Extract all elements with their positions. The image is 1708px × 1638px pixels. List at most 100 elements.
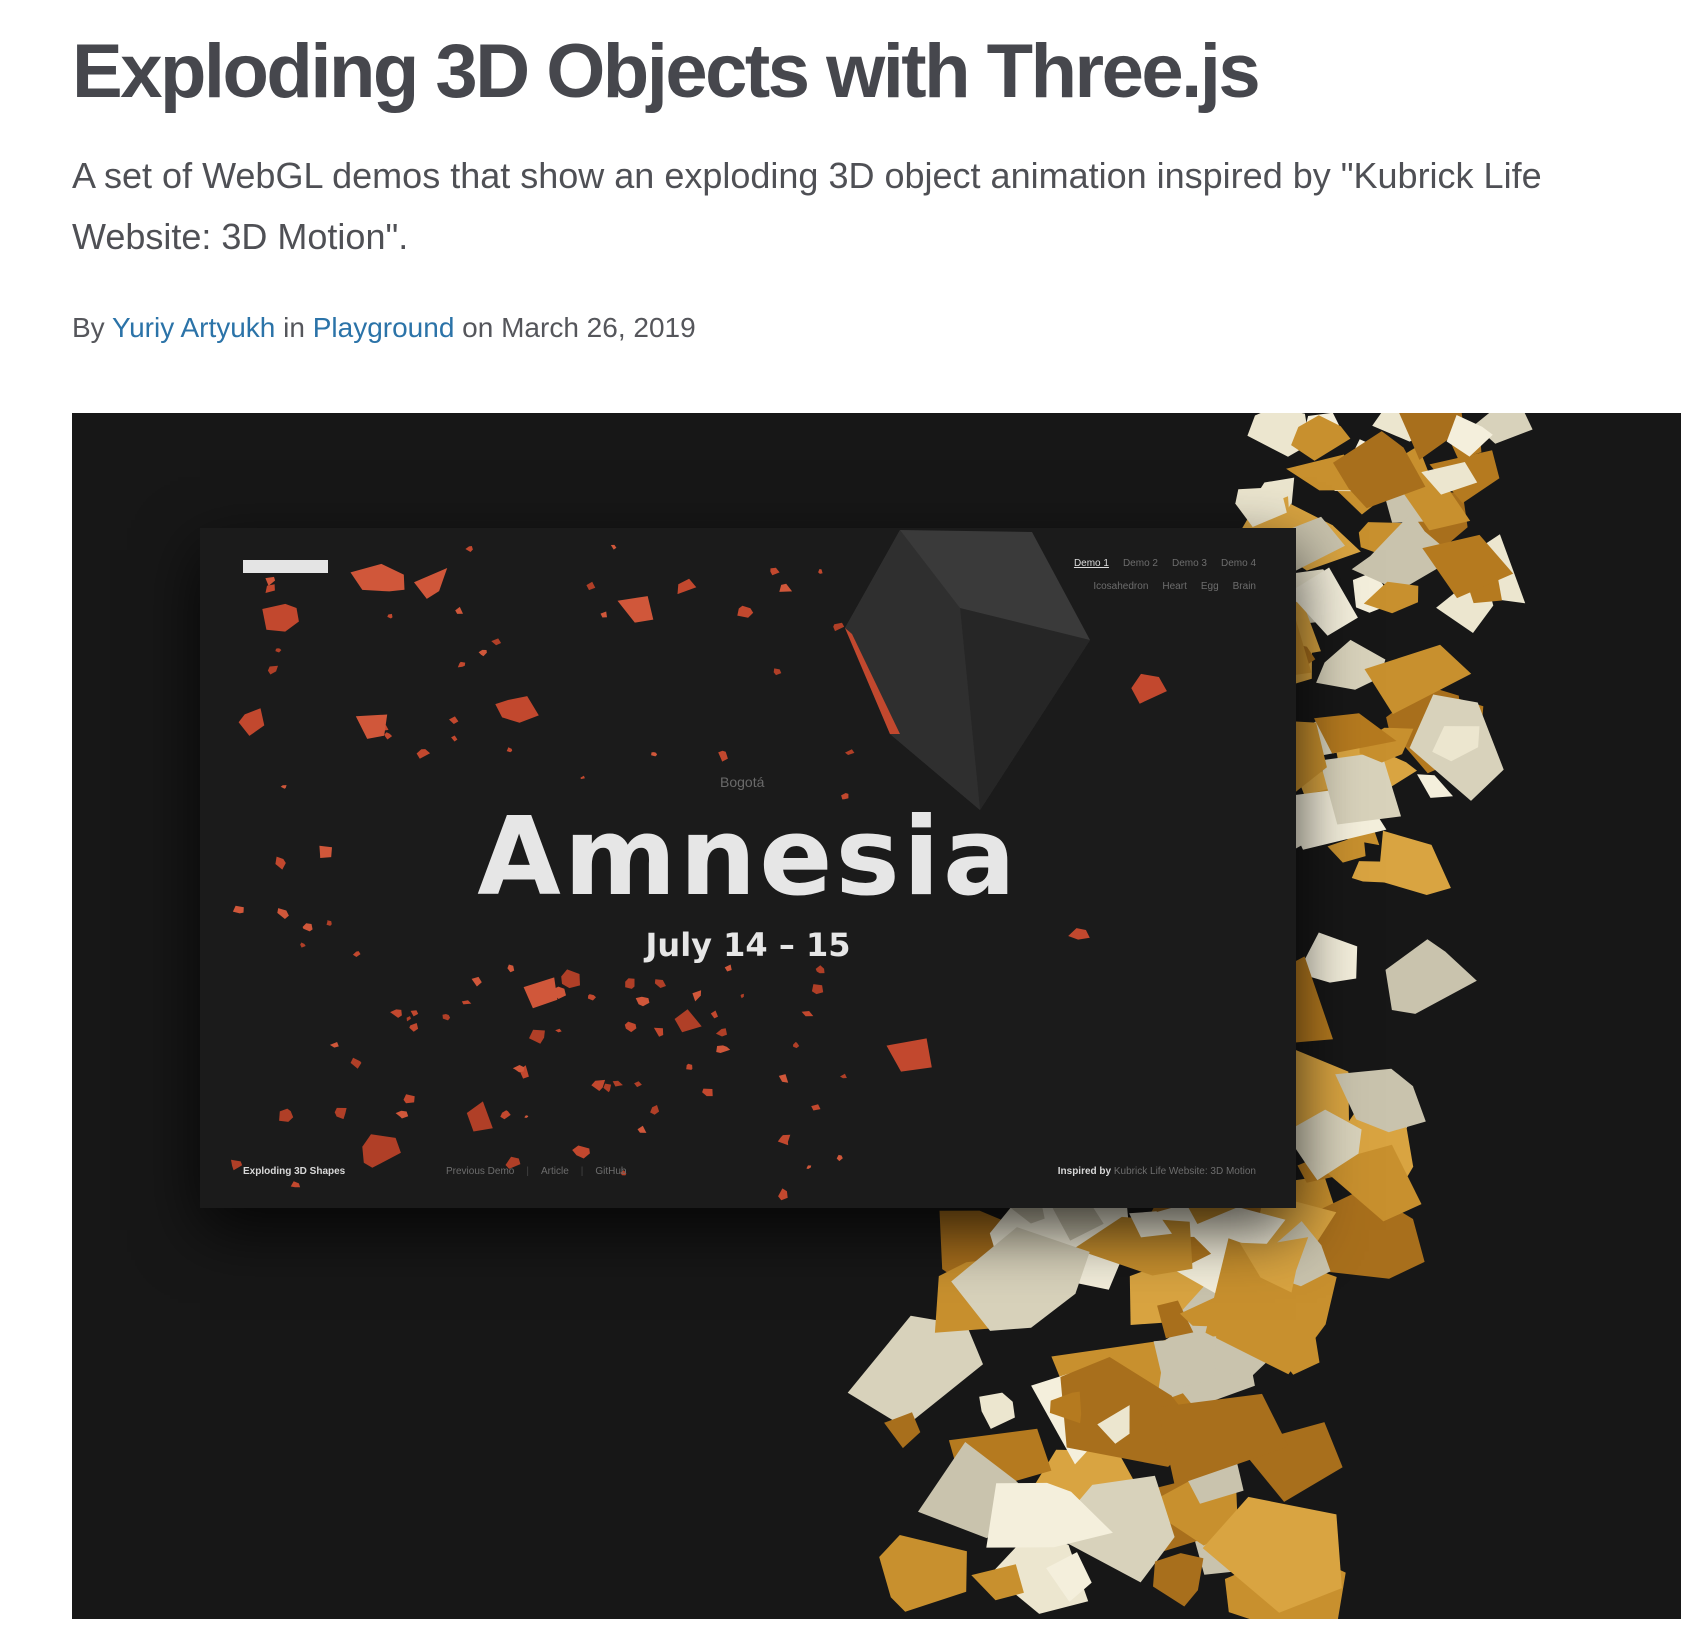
demo-nav-demo-4[interactable]: Demo 4 xyxy=(1221,558,1256,569)
orange-fragment xyxy=(637,1125,647,1133)
orange-fragment xyxy=(634,1081,642,1088)
demo-nav-demo-1[interactable]: Demo 1 xyxy=(1074,558,1109,569)
orange-fragment xyxy=(290,1181,301,1188)
demo-shape-heart[interactable]: Heart xyxy=(1162,581,1186,592)
orange-fragment xyxy=(384,732,393,740)
orange-fragment xyxy=(724,964,732,972)
gold-shard xyxy=(1153,1553,1204,1607)
hero-image[interactable]: Demo 1 Demo 2 Demo 3 Demo 4 Icosahedron … xyxy=(72,413,1681,1619)
orange-fragment xyxy=(555,1028,562,1033)
orange-fragment xyxy=(715,1028,727,1037)
orange-fragment xyxy=(491,638,502,646)
orange-fragment xyxy=(355,714,388,739)
orange-fragment xyxy=(586,581,596,591)
orange-fragment xyxy=(740,993,744,999)
orange-fragment xyxy=(495,696,539,723)
orange-fragment xyxy=(818,569,823,574)
orange-fragment xyxy=(1131,673,1167,704)
orange-fragment xyxy=(350,563,405,592)
orange-fragment xyxy=(806,1165,812,1169)
orange-fragment xyxy=(612,1080,623,1087)
demo-shape-icosahedron[interactable]: Icosahedron xyxy=(1093,581,1148,592)
orange-fragment xyxy=(702,1088,713,1097)
orange-fragment xyxy=(572,1145,590,1159)
orange-fragment xyxy=(815,965,825,974)
orange-fragment xyxy=(811,1104,821,1111)
orange-fragment xyxy=(403,1094,415,1104)
demo-nav-demo-2[interactable]: Demo 2 xyxy=(1123,558,1158,569)
demo-headline: Amnesia xyxy=(477,795,1019,920)
orange-fragment xyxy=(718,750,728,762)
orange-fragment xyxy=(617,596,654,623)
ivory-shard xyxy=(1385,939,1477,1014)
orange-fragment xyxy=(677,578,697,595)
article-title: Exploding 3D Objects with Three.js xyxy=(72,29,1261,114)
orange-fragment xyxy=(451,735,458,742)
orange-fragment xyxy=(529,1029,545,1044)
orange-fragment xyxy=(478,649,487,657)
orange-fragment xyxy=(455,606,463,614)
demo-shape-brain[interactable]: Brain xyxy=(1233,581,1256,592)
github-link[interactable]: GitHub xyxy=(595,1166,626,1177)
orange-fragment xyxy=(833,622,845,632)
orange-fragment xyxy=(457,661,466,668)
gold-shard xyxy=(971,1564,1024,1601)
category-link[interactable]: Playground xyxy=(313,312,455,343)
orange-fragment xyxy=(773,668,782,676)
orange-fragment xyxy=(279,1108,294,1122)
orange-fragment xyxy=(778,1188,788,1201)
orange-fragment xyxy=(500,1110,511,1120)
orange-fragment xyxy=(265,584,275,593)
orange-fragment xyxy=(262,603,299,632)
orange-fragment xyxy=(779,583,793,592)
orange-fragment xyxy=(465,546,473,552)
orange-fragment xyxy=(778,1074,789,1083)
gold-shard xyxy=(1378,830,1451,895)
orange-fragment xyxy=(506,747,513,753)
orange-fragment xyxy=(716,1045,731,1053)
orange-fragment xyxy=(329,1042,339,1048)
byline: By Yuriy Artyukh in Playground on March … xyxy=(72,312,696,344)
orange-fragment xyxy=(770,567,780,576)
orange-fragment xyxy=(387,613,393,619)
orange-fragment xyxy=(625,978,635,989)
demo-shape-egg[interactable]: Egg xyxy=(1201,581,1219,592)
gold-shard xyxy=(1351,861,1389,883)
orange-fragment xyxy=(845,749,855,755)
orange-fragment xyxy=(280,785,287,789)
demo-footer-links: Previous Demo | Article | GitHub xyxy=(446,1166,627,1177)
demo-nav: Demo 1 Demo 2 Demo 3 Demo 4 Icosahedron … xyxy=(1074,558,1256,604)
article-subtitle: A set of WebGL demos that show an explod… xyxy=(72,155,1542,257)
demo-nav-demo-3[interactable]: Demo 3 xyxy=(1172,558,1207,569)
publish-date: March 26, 2019 xyxy=(501,312,696,343)
orange-fragment xyxy=(692,990,702,1002)
orange-fragment xyxy=(686,1063,693,1070)
orange-fragment xyxy=(410,1010,419,1017)
orange-fragment xyxy=(840,1073,847,1079)
orange-fragment xyxy=(777,1134,791,1146)
orange-fragment xyxy=(231,1159,243,1171)
orange-fragment xyxy=(674,1009,702,1033)
orange-fragment xyxy=(886,1038,932,1072)
divider: | xyxy=(526,1166,529,1177)
orange-fragment xyxy=(238,708,265,736)
ivory-shard xyxy=(847,1315,983,1428)
orange-fragment xyxy=(710,1010,718,1019)
orange-fragment xyxy=(650,1105,660,1115)
demo-footer-title: Exploding 3D Shapes xyxy=(243,1166,346,1177)
demo-screenshot: Demo 1 Demo 2 Demo 3 Demo 4 Icosahedron … xyxy=(200,528,1296,1208)
orange-fragment xyxy=(471,976,482,987)
orange-fragment xyxy=(587,994,596,1001)
orange-fragment xyxy=(275,648,282,653)
orange-fragment xyxy=(267,665,278,675)
orange-fragment xyxy=(600,611,607,618)
previous-demo-link[interactable]: Previous Demo xyxy=(446,1166,514,1177)
author-link[interactable]: Yuriy Artyukh xyxy=(112,312,275,343)
orange-fragment xyxy=(811,984,824,995)
orange-fragment xyxy=(409,1023,419,1032)
inspired-source[interactable]: Kubrick Life Website: 3D Motion xyxy=(1114,1166,1256,1177)
orange-fragment xyxy=(793,1042,800,1049)
article-link[interactable]: Article xyxy=(541,1166,569,1177)
orange-fragment xyxy=(406,1016,411,1022)
orange-fragment xyxy=(334,1107,347,1120)
